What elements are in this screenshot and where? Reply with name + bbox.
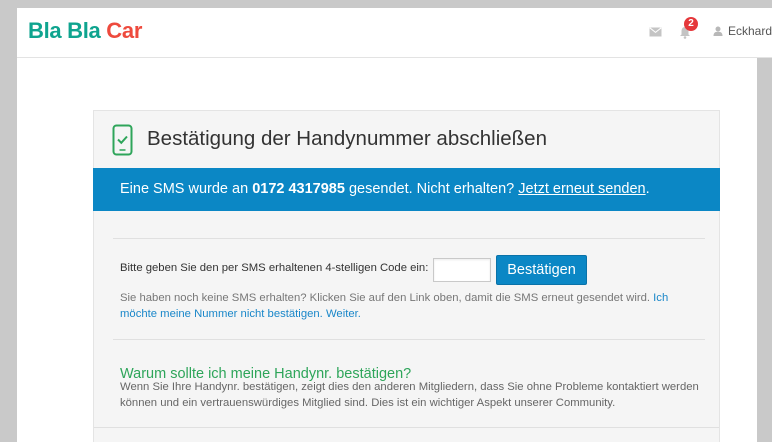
section-divider <box>113 238 705 239</box>
phone-check-icon <box>112 124 133 156</box>
user-icon[interactable] <box>713 26 723 36</box>
logo-text-car: Car <box>106 18 143 43</box>
banner-text-after: gesendet. Nicht erhalten? <box>344 181 519 197</box>
section-divider <box>94 427 719 428</box>
banner-phone-number: 0172 4317985 <box>252 181 345 197</box>
banner-text-before: Eine SMS wurde an <box>120 181 253 197</box>
page-body: Bestätigung der Handynummer abschließen … <box>17 58 757 442</box>
page-title: Bestätigung der Handynummer abschließen <box>147 127 547 150</box>
envelope-icon-graphic <box>649 27 662 37</box>
banner-period: . <box>645 181 650 197</box>
blablacar-logo[interactable]: Bla Bla Car <box>28 18 142 44</box>
confirm-code-button[interactable]: Bestätigen <box>496 255 587 285</box>
why-verify-text: Wenn Sie Ihre Handynr. bestätigen, zeigt… <box>120 381 699 409</box>
section-divider <box>113 339 705 340</box>
user-icon-graphic <box>713 26 723 36</box>
envelope-icon[interactable] <box>649 27 662 37</box>
phone-verification-card: Bestätigung der Handynummer abschließen … <box>93 110 720 442</box>
sms-code-input[interactable] <box>433 258 491 282</box>
notification-count-badge: 2 <box>684 17 698 31</box>
phone-check-icon-graphic <box>112 124 133 156</box>
sms-sent-banner: Eine SMS wurde an 0172 4317985 gesendet.… <box>93 168 720 211</box>
top-header: Bla Bla Car 2 Eckhard <box>17 8 772 58</box>
help-text-body: Sie haben noch keine SMS erhalten? Klick… <box>120 292 654 304</box>
no-sms-help-text: Sie haben noch keine SMS erhalten? Klick… <box>120 290 690 322</box>
resend-sms-link[interactable]: Jetzt erneut senden <box>518 181 645 197</box>
user-menu-name[interactable]: Eckhard <box>728 24 772 38</box>
code-input-label: Bitte geben Sie den per SMS erhaltenen 4… <box>120 262 429 274</box>
logo-text-blabla: Bla Bla <box>28 18 101 43</box>
